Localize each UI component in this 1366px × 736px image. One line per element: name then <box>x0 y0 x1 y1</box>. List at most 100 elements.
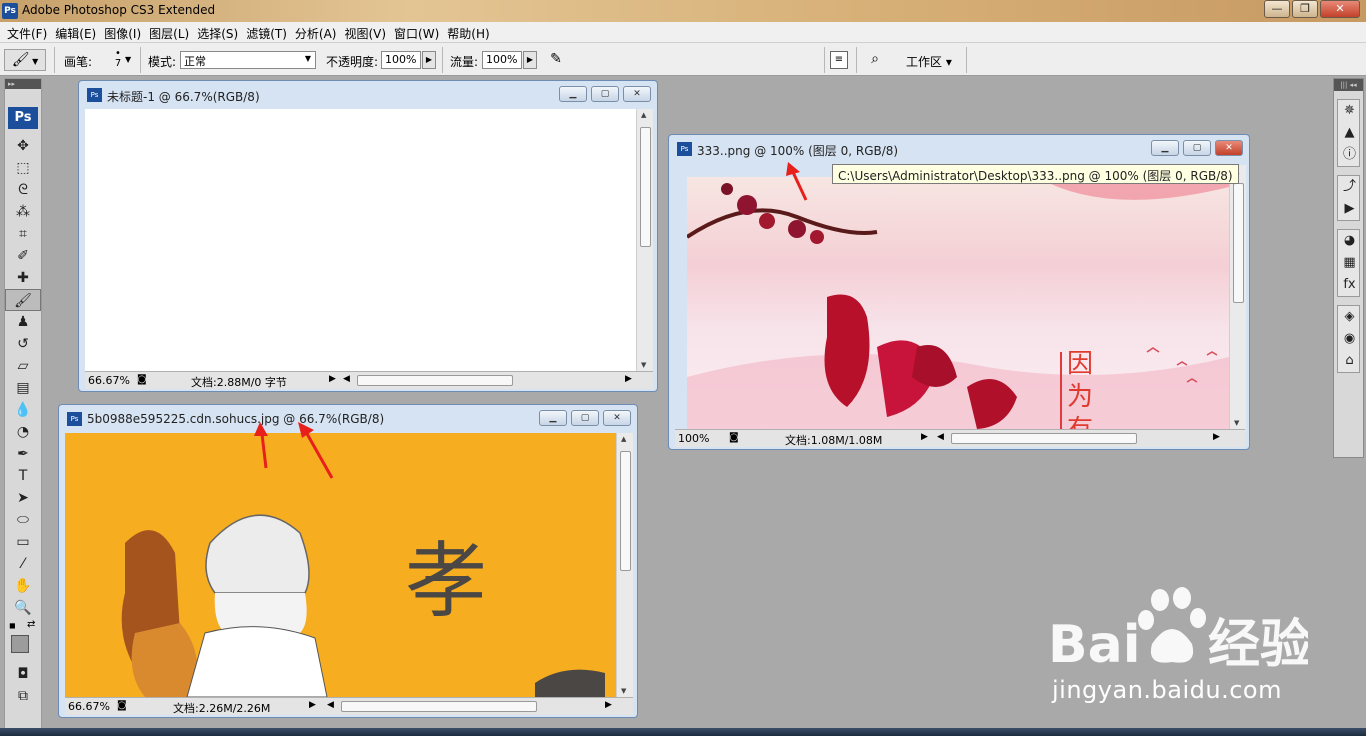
brushes-palette-icon[interactable]: ≡ <box>830 51 848 69</box>
paths-icon[interactable]: ⌂ <box>1338 350 1361 372</box>
scroll-left-icon[interactable]: ◀ <box>327 700 334 710</box>
lasso-tool-icon[interactable]: ᘓ <box>5 179 41 201</box>
menu-filter[interactable]: 滤镜(T) <box>243 22 292 42</box>
scroll-down-icon[interactable]: ▼ <box>621 687 626 695</box>
document-maximize-button[interactable]: ▢ <box>571 410 599 426</box>
scroll-left-icon[interactable]: ◀ <box>343 374 350 384</box>
document-title-bar[interactable]: Ps 未标题-1 @ 66.7%(RGB/8) ▁ ▢ ✕ <box>85 86 651 106</box>
zoom-level[interactable]: 100% <box>678 432 709 445</box>
shape-tool-icon[interactable]: ⬭ <box>5 509 41 531</box>
default-colors-icon[interactable]: ◼ <box>9 621 16 630</box>
document-window-jpg[interactable]: Ps 5b0988e595225.cdn.sohucs.jpg @ 66.7%(… <box>58 404 638 718</box>
document-close-button[interactable]: ✕ <box>623 86 651 102</box>
document-minimize-button[interactable]: ▁ <box>539 410 567 426</box>
screen-mode-icon[interactable]: ⧉ <box>5 685 41 707</box>
healing-brush-tool-icon[interactable]: ✚ <box>5 267 41 289</box>
zoom-level[interactable]: 66.67% <box>88 374 130 387</box>
vertical-scrollbar[interactable]: ▲ ▼ <box>616 433 633 697</box>
menu-window[interactable]: 窗口(W) <box>391 22 444 42</box>
flow-input[interactable]: 100% <box>482 51 522 69</box>
menu-image[interactable]: 图像(I) <box>101 22 146 42</box>
layers-icon[interactable]: ◈ <box>1338 306 1361 328</box>
dock-grip[interactable]: ||| ◂◂ <box>1334 79 1363 91</box>
magic-wand-tool-icon[interactable]: ⁂ <box>5 201 41 223</box>
document-maximize-button[interactable]: ▢ <box>591 86 619 102</box>
notes-tool-icon[interactable]: ▭ <box>5 531 41 553</box>
document-maximize-button[interactable]: ▢ <box>1183 140 1211 156</box>
foreground-color-swatch[interactable] <box>11 635 29 653</box>
channels-icon[interactable]: ◉ <box>1338 328 1361 350</box>
document-minimize-button[interactable]: ▁ <box>559 86 587 102</box>
slice-tool-icon[interactable]: ✐ <box>5 245 41 267</box>
document-title-bar[interactable]: Ps 333..png @ 100% (图层 0, RGB/8) ▁ ▢ ✕ <box>675 140 1243 160</box>
horizontal-scroll-thumb[interactable] <box>357 375 513 386</box>
document-canvas[interactable]: 孝 <box>65 433 617 697</box>
scroll-down-icon[interactable]: ▼ <box>641 361 646 369</box>
airbrush-icon[interactable]: ✎ <box>544 51 568 71</box>
color-icon[interactable]: ◕ <box>1338 230 1361 252</box>
vertical-scrollbar[interactable]: ▲ ▼ <box>636 109 653 371</box>
swatches-icon[interactable]: ▦ <box>1338 252 1361 274</box>
document-close-button[interactable]: ✕ <box>1215 140 1243 156</box>
status-menu-icon[interactable]: ◙ <box>137 374 147 385</box>
pen-tool-icon[interactable]: ✒ <box>5 443 41 465</box>
scroll-thumb[interactable] <box>640 127 651 247</box>
minimize-button[interactable]: — <box>1264 0 1290 18</box>
close-button[interactable]: ✕ <box>1320 0 1360 18</box>
styles-icon[interactable]: fx <box>1338 274 1361 296</box>
swap-colors-icon[interactable]: ⇄ <box>27 619 35 630</box>
document-close-button[interactable]: ✕ <box>603 410 631 426</box>
horizontal-scroll-thumb[interactable] <box>951 433 1137 444</box>
hand-tool-icon[interactable]: ✋ <box>5 575 41 597</box>
scroll-up-icon[interactable]: ▲ <box>621 435 626 443</box>
dodge-tool-icon[interactable]: ◔ <box>5 421 41 443</box>
eraser-tool-icon[interactable]: ▱ <box>5 355 41 377</box>
flow-slider-button[interactable]: ▶ <box>523 51 537 69</box>
menu-select[interactable]: 选择(S) <box>194 22 243 42</box>
scroll-down-icon[interactable]: ▼ <box>1234 419 1239 427</box>
status-menu-icon[interactable]: ◙ <box>117 700 127 711</box>
menu-view[interactable]: 视图(V) <box>341 22 391 42</box>
document-window-untitled[interactable]: Ps 未标题-1 @ 66.7%(RGB/8) ▁ ▢ ✕ ▲ ▼ 66.67%… <box>78 80 658 392</box>
horizontal-scroll-thumb[interactable] <box>341 701 537 712</box>
status-menu-icon[interactable]: ◙ <box>729 432 739 443</box>
scroll-right-icon[interactable]: ▶ <box>1213 432 1220 442</box>
status-arrow-icon[interactable]: ▶ <box>921 432 928 442</box>
photoshop-logo[interactable]: Ps <box>8 107 38 129</box>
toolbox-grip[interactable]: ▸▸ <box>5 79 41 89</box>
zoom-level[interactable]: 66.67% <box>68 700 110 713</box>
maximize-button[interactable]: ❐ <box>1292 0 1318 18</box>
workspace-menu[interactable]: 工作区 ▾ <box>906 53 952 70</box>
vertical-scrollbar[interactable]: ▲ ▼ <box>1229 165 1246 429</box>
document-minimize-button[interactable]: ▁ <box>1151 140 1179 156</box>
menu-edit[interactable]: 编辑(E) <box>52 22 101 42</box>
status-arrow-icon[interactable]: ▶ <box>309 700 316 710</box>
type-tool-icon[interactable]: T <box>5 465 41 487</box>
scroll-right-icon[interactable]: ▶ <box>605 700 612 710</box>
clone-stamp-tool-icon[interactable]: ♟ <box>5 311 41 333</box>
info-icon[interactable]: ⓘ <box>1338 144 1361 166</box>
navigator-icon[interactable]: ✵ <box>1338 100 1361 122</box>
document-title-bar[interactable]: Ps 5b0988e595225.cdn.sohucs.jpg @ 66.7%(… <box>65 410 631 430</box>
menu-file[interactable]: 文件(F) <box>4 22 52 42</box>
move-tool-icon[interactable]: ✥ <box>5 135 41 157</box>
crop-tool-icon[interactable]: ⌗ <box>5 223 41 245</box>
history-brush-tool-icon[interactable]: ↺ <box>5 333 41 355</box>
zoom-tool-icon[interactable]: 🔍 <box>5 597 41 619</box>
opacity-slider-button[interactable]: ▶ <box>422 51 436 69</box>
eyedropper-tool-icon[interactable]: ⁄ <box>5 553 41 575</box>
menu-help[interactable]: 帮助(H) <box>444 22 494 42</box>
chevron-down-icon[interactable]: ▼ <box>125 55 131 64</box>
scroll-thumb[interactable] <box>1233 183 1244 303</box>
path-selection-tool-icon[interactable]: ➤ <box>5 487 41 509</box>
bridge-icon[interactable]: ⌕ <box>862 51 888 69</box>
status-arrow-icon[interactable]: ▶ <box>329 374 336 384</box>
mode-select[interactable]: 正常 ▼ <box>180 51 316 69</box>
scroll-up-icon[interactable]: ▲ <box>641 111 646 119</box>
menu-analysis[interactable]: 分析(A) <box>292 22 342 42</box>
actions-icon[interactable]: ▶ <box>1338 198 1361 220</box>
quick-mask-icon[interactable]: ◘ <box>5 663 41 685</box>
scroll-right-icon[interactable]: ▶ <box>625 374 632 384</box>
marquee-tool-icon[interactable]: ⬚ <box>5 157 41 179</box>
opacity-input[interactable]: 100% <box>381 51 421 69</box>
